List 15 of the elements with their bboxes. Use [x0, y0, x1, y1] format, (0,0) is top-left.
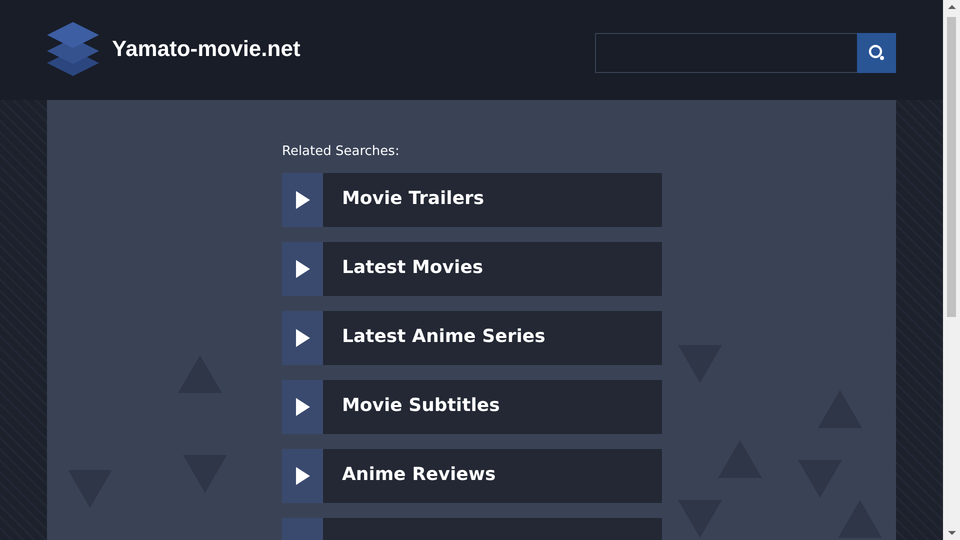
layers-icon[interactable] — [46, 20, 100, 78]
scroll-up-icon[interactable] — [948, 5, 956, 9]
search-icon — [868, 44, 886, 62]
scroll-thumb[interactable] — [947, 17, 956, 317]
scrollbar[interactable] — [943, 0, 960, 540]
play-icon — [296, 191, 310, 209]
scroll-down-icon[interactable] — [948, 531, 956, 535]
play-icon — [296, 329, 310, 347]
play-icon — [296, 398, 310, 416]
search-field[interactable] — [595, 33, 857, 73]
play-icon — [296, 260, 310, 278]
site-name[interactable]: Yamato-movie.net — [112, 36, 300, 62]
related-searches-heading: Related Searches: — [282, 144, 400, 159]
play-icon — [296, 467, 310, 485]
search-button[interactable] — [857, 33, 896, 73]
